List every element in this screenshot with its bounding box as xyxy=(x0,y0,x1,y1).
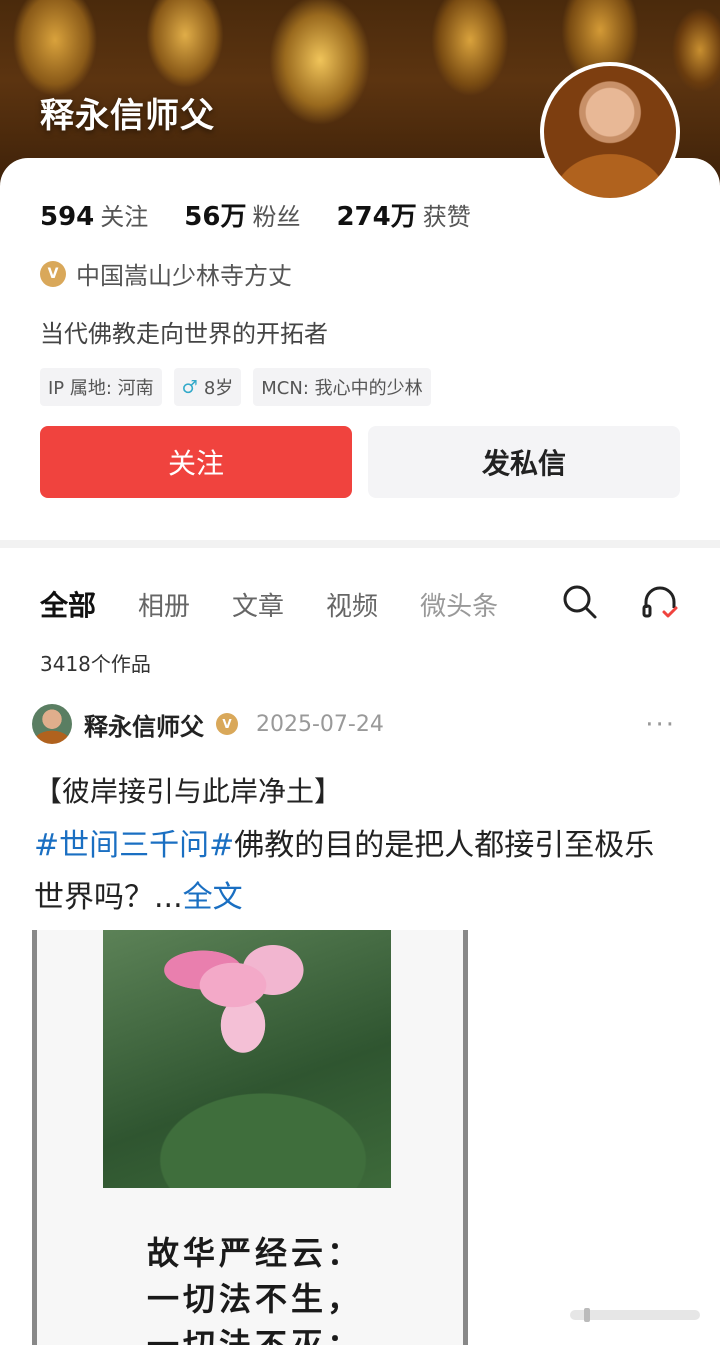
tab-micro-posts[interactable]: 微头条 xyxy=(420,586,498,623)
scripture-line: 一切法不生， xyxy=(147,1280,364,1318)
section-divider xyxy=(0,540,720,548)
scroll-indicator-icon xyxy=(570,1308,700,1322)
stat-following-label: 关注 xyxy=(100,203,149,231)
works-count: 3418个作品 xyxy=(40,652,151,676)
stat-likes-label: 获赞 xyxy=(422,203,471,231)
headset-icon[interactable] xyxy=(640,582,680,622)
verification-row: V 中国嵩山少林寺方丈 xyxy=(40,256,292,291)
scripture-line: 故华严经云： xyxy=(147,1234,364,1272)
post-date: 2025-07-24 xyxy=(256,711,384,737)
tab-all[interactable]: 全部 xyxy=(40,584,96,624)
profile-name: 释永信师父 xyxy=(40,96,215,136)
lotus-flower-image xyxy=(103,930,391,1188)
follow-button[interactable]: 关注 xyxy=(40,426,352,498)
tag-mcn: MCN: 我心中的少林 xyxy=(253,368,431,406)
verified-badge-icon: V xyxy=(40,260,66,287)
stat-following[interactable]: 594 关注 xyxy=(40,197,148,232)
tab-articles[interactable]: 文章 xyxy=(232,586,284,623)
verification-text: 中国嵩山少林寺方丈 xyxy=(76,262,292,290)
profile-card: 594 关注 56万 粉丝 274万 获赞 V 中国嵩山少林寺方丈 当代佛教走向… xyxy=(0,158,720,540)
tag-ip-location: IP 属地: 河南 xyxy=(40,368,162,406)
profile-avatar[interactable] xyxy=(540,62,680,202)
tag-age: ♂ 8岁 xyxy=(173,368,242,406)
post-hashtag[interactable]: #世间三千问# xyxy=(34,828,234,863)
post-image[interactable]: 故华严经云： 一切法不生， 一切法不灭： xyxy=(32,930,468,1345)
image-scripture-text: 故华严经云： 一切法不生， 一切法不灭： xyxy=(147,1230,363,1345)
verified-badge-icon: V xyxy=(216,713,238,735)
gender-male-icon: ♂ xyxy=(181,376,198,398)
stat-followers-num: 56万 xyxy=(184,202,247,232)
search-icon[interactable] xyxy=(560,582,600,622)
post-title[interactable]: 【彼岸接引与此岸净土】 xyxy=(34,770,342,810)
stat-likes-num: 274万 xyxy=(336,202,417,232)
stat-followers[interactable]: 56万 粉丝 xyxy=(184,196,300,233)
tab-videos[interactable]: 视频 xyxy=(326,586,378,623)
post-header: 释永信师父 V 2025-07-24 ··· xyxy=(32,704,688,744)
stat-likes[interactable]: 274万 获赞 xyxy=(336,196,470,233)
scripture-line: 一切法不灭： xyxy=(147,1326,364,1345)
tag-age-text: 8岁 xyxy=(203,378,234,399)
send-message-button[interactable]: 发私信 xyxy=(368,426,680,498)
profile-bio: 当代佛教走向世界的开拓者 xyxy=(40,320,328,348)
stat-followers-label: 粉丝 xyxy=(252,203,301,231)
profile-tags: IP 属地: 河南 ♂ 8岁 MCN: 我心中的少林 xyxy=(40,368,431,406)
tab-albums[interactable]: 相册 xyxy=(138,586,190,623)
stats-row: 594 关注 56万 粉丝 274万 获赞 xyxy=(40,196,471,233)
post-author-name[interactable]: 释永信师父 xyxy=(84,707,204,742)
read-more-link[interactable]: 全文 xyxy=(183,880,243,915)
post-author-avatar[interactable] xyxy=(32,704,72,744)
more-options-icon[interactable]: ··· xyxy=(645,710,676,740)
content-tabs: 全部 相册 文章 视频 微头条 xyxy=(40,584,498,624)
post-body[interactable]: #世间三千问#佛教的目的是把人都接引至极乐世界吗？...全文 xyxy=(34,820,674,924)
stat-following-num: 594 xyxy=(40,202,95,232)
